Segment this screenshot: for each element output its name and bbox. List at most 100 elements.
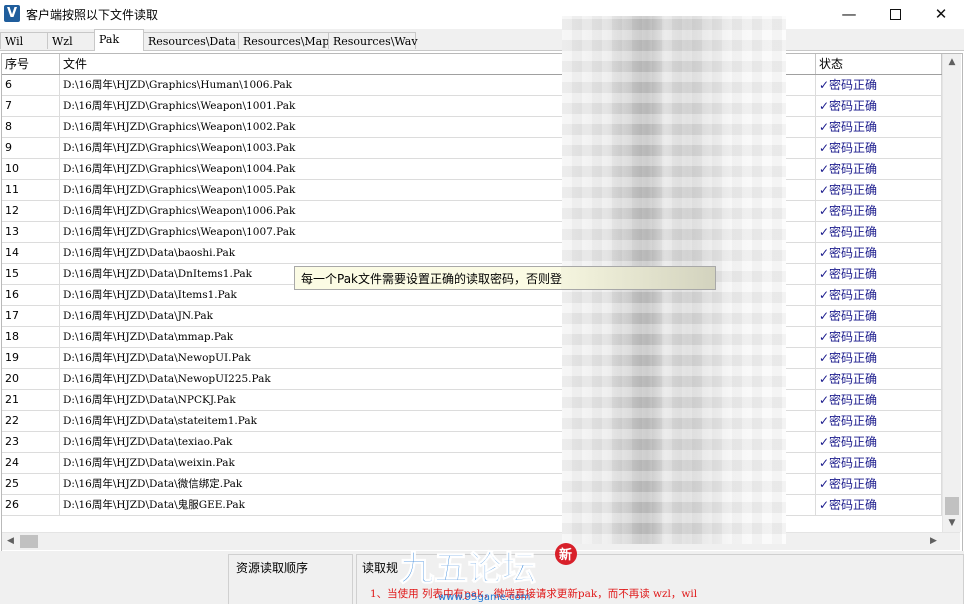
row-file-path: D:\16周年\HJZD\Graphics\Weapon\1004.Pak [60,159,604,179]
tooltip-redaction [561,267,715,289]
watermark-text: 九五论坛 [400,549,536,589]
table-row[interactable]: 21 D:\16周年\HJZD\Data\NPCKJ.Pak ✓密码正确 [2,390,942,411]
table-row[interactable]: 19 D:\16周年\HJZD\Data\NewopUI.Pak ✓密码正确 [2,348,942,369]
row-status: ✓密码正确 [816,306,942,326]
row-index: 12 [2,201,60,221]
row-index: 24 [2,453,60,473]
scroll-left-arrow-icon[interactable]: ◀ [2,533,19,550]
row-index: 14 [2,243,60,263]
table-row[interactable]: 6 D:\16周年\HJZD\Graphics\Human\1006.Pak ✓密码… [2,75,942,96]
table-row[interactable]: 10 D:\16周年\HJZD\Graphics\Weapon\1004.Pak ✓… [2,159,942,180]
hint-tooltip: 每一个Pak文件需要设置正确的读取密码，否则登 [294,266,716,290]
row-index: 11 [2,180,60,200]
row-index: 6 [2,75,60,95]
tab-pak[interactable]: Pak [94,29,144,51]
tab-bar: Wil Wzl Pak Resources\Data Resources\Map… [0,29,964,51]
tab-resources-map[interactable]: Resources\Map [238,32,329,49]
scroll-up-arrow-icon[interactable]: ▲ [943,54,961,71]
vertical-scrollbar[interactable]: ▲ ▼ [942,54,961,532]
app-icon: V [4,5,20,22]
tab-wil[interactable]: Wil [0,32,48,49]
row-index: 17 [2,306,60,326]
table-row[interactable]: 20 D:\16周年\HJZD\Data\NewopUI225.Pak ✓密码正确 [2,369,942,390]
row-file-path: D:\16周年\HJZD\Data\mmap.Pak [60,327,604,347]
new-badge-text: 新 [559,547,572,563]
row-file-path: D:\16周年\HJZD\Graphics\Weapon\1005.Pak [60,180,604,200]
grid-rows: 6 D:\16周年\HJZD\Graphics\Human\1006.Pak ✓密码… [2,75,942,516]
tooltip-text: 每一个Pak文件需要设置正确的读取密码，否则登 [301,272,563,286]
row-file-path: D:\16周年\HJZD\Data\NewopUI.Pak [60,348,604,368]
row-file-path: D:\16周年\HJZD\Graphics\Weapon\1003.Pak [60,138,604,158]
maximize-icon [889,9,901,20]
header-file[interactable]: 文件 [60,54,604,74]
row-status: ✓密码正确 [816,369,942,389]
table-row[interactable]: 7 D:\16周年\HJZD\Graphics\Weapon\1001.Pak ✓密… [2,96,942,117]
table-row[interactable]: 25 D:\16周年\HJZD\Data\微信绑定.Pak ✓密码正确 [2,474,942,495]
tab-resources-wav[interactable]: Resources\Wav [328,32,418,49]
row-status: ✓密码正确 [816,327,942,347]
row-file-path: D:\16周年\HJZD\Data\微信绑定.Pak [60,474,604,494]
window-title: 客户端按照以下文件读取 [26,8,159,22]
table-row[interactable]: 22 D:\16周年\HJZD\Data\stateitem1.Pak ✓密码正确 [2,411,942,432]
row-file-path: D:\16周年\HJZD\Data\stateitem1.Pak [60,411,604,431]
row-index: 18 [2,327,60,347]
table-row[interactable]: 8 D:\16周年\HJZD\Graphics\Weapon\1002.Pak ✓密… [2,117,942,138]
table-row[interactable]: 9 D:\16周年\HJZD\Graphics\Weapon\1003.Pak ✓密… [2,138,942,159]
row-status: ✓密码正确 [816,453,942,473]
tab-resources-data[interactable]: Resources\Data [143,32,239,49]
row-file-path: D:\16周年\HJZD\Graphics\Weapon\1001.Pak [60,96,604,116]
row-status: ✓密码正确 [816,264,942,284]
table-row[interactable]: 23 D:\16周年\HJZD\Data\texiao.Pak ✓密码正确 [2,432,942,453]
row-status: ✓密码正确 [816,348,942,368]
row-index: 20 [2,369,60,389]
table-row[interactable]: 12 D:\16周年\HJZD\Graphics\Weapon\1006.Pak ✓… [2,201,942,222]
read-rules-title: 读取规 [362,561,399,575]
row-index: 25 [2,474,60,494]
vertical-scroll-thumb[interactable] [945,497,959,515]
header-index[interactable]: 序号 [2,54,60,74]
row-status: ✓密码正确 [816,474,942,494]
row-file-path: D:\16周年\HJZD\Data\baoshi.Pak [60,243,604,263]
table-row[interactable]: 11 D:\16周年\HJZD\Graphics\Weapon\1005.Pak ✓… [2,180,942,201]
row-file-path: D:\16周年\HJZD\Graphics\Weapon\1007.Pak [60,222,604,242]
row-index: 13 [2,222,60,242]
row-index: 7 [2,96,60,116]
table-row[interactable]: 26 D:\16周年\HJZD\Data\鬼服GEE.Pak ✓密码正确 [2,495,942,516]
close-button[interactable]: ✕ [918,0,964,28]
row-file-path: D:\16周年\HJZD\Data\NewopUI225.Pak [60,369,604,389]
row-status: ✓密码正确 [816,138,942,158]
row-status: ✓密码正确 [816,96,942,116]
row-index: 9 [2,138,60,158]
row-status: ✓密码正确 [816,159,942,179]
row-index: 8 [2,117,60,137]
row-index: 19 [2,348,60,368]
row-status: ✓密码正确 [816,432,942,452]
header-status[interactable]: 状态 [816,54,942,74]
row-status: ✓密码正确 [816,75,942,95]
table-row[interactable]: 13 D:\16周年\HJZD\Graphics\Weapon\1007.Pak ✓… [2,222,942,243]
table-row[interactable]: 24 D:\16周年\HJZD\Data\weixin.Pak ✓密码正确 [2,453,942,474]
tab-wzl[interactable]: Wzl [47,32,95,49]
row-status: ✓密码正确 [816,117,942,137]
table-row[interactable]: 18 D:\16周年\HJZD\Data\mmap.Pak ✓密码正确 [2,327,942,348]
row-file-path: D:\16周年\HJZD\Graphics\Weapon\1002.Pak [60,117,604,137]
scroll-right-arrow-icon[interactable]: ▶ [925,533,942,550]
row-status: ✓密码正确 [816,285,942,305]
forum-watermark-logo: 九五论坛 新 www.95game.com [399,543,577,603]
row-index: 15 [2,264,60,284]
row-index: 22 [2,411,60,431]
maximize-button[interactable] [872,0,918,28]
row-file-path: D:\16周年\HJZD\Data\JN.Pak [60,306,604,326]
row-file-path: D:\16周年\HJZD\Graphics\Human\1006.Pak [60,75,604,95]
row-status: ✓密码正确 [816,390,942,410]
table-row[interactable]: 17 D:\16周年\HJZD\Data\JN.Pak ✓密码正确 [2,306,942,327]
minimize-button[interactable]: — [826,0,872,28]
file-grid[interactable]: 序号 文件 密码 状态 6D:\16周年\HJZD\Graphics\Human… [1,53,963,552]
grid-header: 序号 文件 密码 状态 [2,54,942,75]
row-index: 26 [2,495,60,515]
row-status: ✓密码正确 [816,201,942,221]
horizontal-scroll-thumb[interactable] [20,535,38,548]
scroll-down-arrow-icon[interactable]: ▼ [943,515,961,532]
row-status: ✓密码正确 [816,222,942,242]
table-row[interactable]: 14 D:\16周年\HJZD\Data\baoshi.Pak ✓密码正确 [2,243,942,264]
